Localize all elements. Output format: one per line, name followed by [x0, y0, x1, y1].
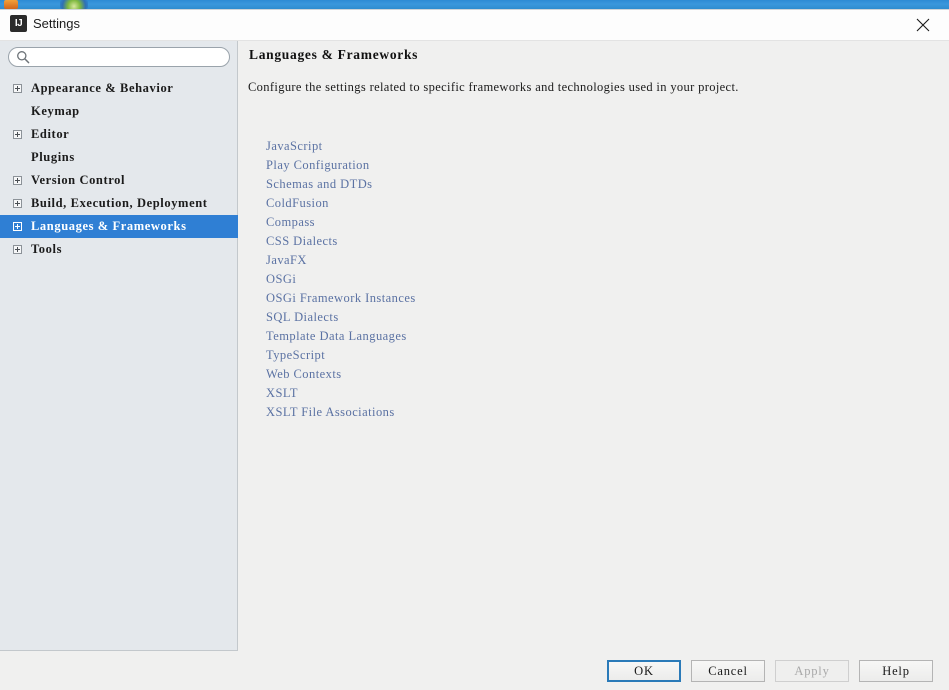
sidebar-item-version-control[interactable]: Version Control [0, 169, 238, 192]
expand-plus-icon[interactable] [13, 84, 22, 93]
window-title: Settings [33, 16, 80, 31]
link-template-data-languages[interactable]: Template Data Languages [266, 327, 416, 346]
expand-plus-icon[interactable] [13, 176, 22, 185]
settings-sidebar: Appearance & Behavior Keymap Editor Plug… [0, 41, 238, 651]
desktop-background-strip [0, 0, 949, 9]
link-osgi[interactable]: OSGi [266, 270, 416, 289]
link-coldfusion[interactable]: ColdFusion [266, 194, 416, 213]
sidebar-item-label: Tools [31, 242, 63, 256]
link-javascript[interactable]: JavaScript [266, 137, 416, 156]
sidebar-item-label: Build, Execution, Deployment [31, 196, 208, 210]
ok-button[interactable]: OK [607, 660, 681, 682]
dialog-footer: OK Cancel Apply Help [0, 652, 949, 690]
link-javafx[interactable]: JavaFX [266, 251, 416, 270]
sidebar-item-label: Keymap [31, 104, 80, 118]
search-input[interactable] [8, 47, 230, 67]
link-compass[interactable]: Compass [266, 213, 416, 232]
sidebar-item-label: Languages & Frameworks [31, 219, 187, 233]
sidebar-item-label: Version Control [31, 173, 126, 187]
title-bar: IJ Settings [0, 10, 949, 41]
help-button[interactable]: Help [859, 660, 933, 682]
desktop-icon-1 [4, 0, 18, 9]
cancel-button[interactable]: Cancel [691, 660, 765, 682]
sidebar-item-tools[interactable]: Tools [0, 238, 238, 261]
sidebar-item-languages-frameworks[interactable]: Languages & Frameworks [0, 215, 238, 238]
intellij-idea-icon: IJ [10, 15, 27, 32]
settings-tree: Appearance & Behavior Keymap Editor Plug… [0, 77, 238, 261]
sidebar-item-label: Editor [31, 127, 70, 141]
link-sql-dialects[interactable]: SQL Dialects [266, 308, 416, 327]
sidebar-item-plugins[interactable]: Plugins [0, 146, 238, 169]
link-osgi-framework-instances[interactable]: OSGi Framework Instances [266, 289, 416, 308]
link-schemas-and-dtds[interactable]: Schemas and DTDs [266, 175, 416, 194]
apply-button: Apply [775, 660, 849, 682]
link-web-contexts[interactable]: Web Contexts [266, 365, 416, 384]
framework-link-list: JavaScript Play Configuration Schemas an… [266, 137, 416, 422]
expand-plus-icon[interactable] [13, 130, 22, 139]
expand-plus-icon[interactable] [13, 199, 22, 208]
sidebar-item-label: Plugins [31, 150, 75, 164]
desktop-icon-2 [60, 0, 88, 9]
link-typescript[interactable]: TypeScript [266, 346, 416, 365]
link-xslt[interactable]: XSLT [266, 384, 416, 403]
link-xslt-file-associations[interactable]: XSLT File Associations [266, 403, 416, 422]
page-description: Configure the settings related to specif… [248, 80, 739, 94]
sidebar-item-appearance-behavior[interactable]: Appearance & Behavior [0, 77, 238, 100]
page-title: Languages & Frameworks [249, 47, 419, 62]
expand-plus-icon[interactable] [13, 222, 22, 231]
sidebar-item-label: Appearance & Behavior [31, 81, 174, 95]
link-css-dialects[interactable]: CSS Dialects [266, 232, 416, 251]
sidebar-item-keymap[interactable]: Keymap [0, 100, 238, 123]
search-field[interactable] [8, 47, 230, 67]
sidebar-item-build-execution-deployment[interactable]: Build, Execution, Deployment [0, 192, 238, 215]
sidebar-item-editor[interactable]: Editor [0, 123, 238, 146]
settings-content-pane: Languages & Frameworks Configure the set… [239, 41, 949, 651]
settings-dialog: IJ Settings Appearance & Behavior Keymap… [0, 9, 949, 690]
expand-plus-icon[interactable] [13, 245, 22, 254]
close-icon[interactable] [905, 10, 941, 40]
link-play-configuration[interactable]: Play Configuration [266, 156, 416, 175]
dialog-button-bar: OK Cancel Apply Help [607, 660, 933, 682]
dialog-body: Appearance & Behavior Keymap Editor Plug… [0, 41, 949, 651]
